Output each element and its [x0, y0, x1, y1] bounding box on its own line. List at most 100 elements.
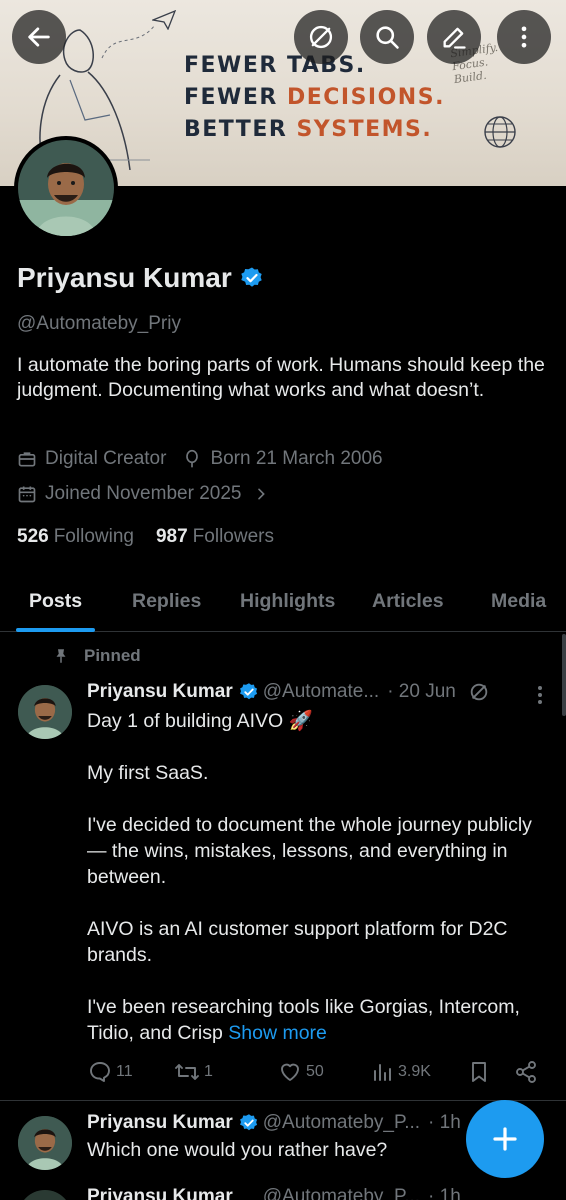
- calendar-icon: [17, 484, 37, 504]
- more-vertical-icon[interactable]: [530, 684, 550, 706]
- profile-name-row: Priyansu Kumar: [17, 262, 264, 294]
- reply-icon: [90, 1062, 110, 1082]
- search-button[interactable]: [360, 10, 414, 64]
- show-more-link[interactable]: Show more: [228, 1022, 327, 1044]
- like-button[interactable]: 50: [278, 1060, 324, 1084]
- pencil-icon: [443, 27, 466, 49]
- profile-tabs: Posts Replies Highlights Articles Media: [0, 576, 566, 632]
- avatar-image: [18, 685, 72, 739]
- followers-label: Followers: [192, 526, 274, 547]
- following-link[interactable]: 526 Following: [17, 526, 134, 548]
- compose-post-button[interactable]: [466, 1100, 544, 1178]
- slash-circle-icon[interactable]: [468, 681, 490, 703]
- banner-line-3: BETTER SYSTEMS.: [184, 114, 445, 146]
- post-author-name[interactable]: Priyansu Kumar: [87, 1186, 233, 1200]
- tab-posts[interactable]: Posts: [29, 590, 82, 613]
- pin-icon: [56, 649, 66, 663]
- post-text[interactable]: Which one would you rather have?: [87, 1139, 387, 1162]
- banner-line-2-a: FEWER: [184, 85, 287, 110]
- followers-link[interactable]: 987 Followers: [156, 526, 274, 548]
- post-author-name[interactable]: Priyansu Kumar: [87, 681, 233, 703]
- post-avatar[interactable]: [18, 685, 72, 739]
- verified-badge-icon[interactable]: [240, 266, 264, 290]
- grok-button[interactable]: [294, 10, 348, 64]
- arrow-left-icon: [28, 27, 50, 47]
- post-paragraph-last: I've been researching tools like Gorgias…: [87, 994, 547, 1046]
- post-author-handle: @Automateby_P...: [262, 1112, 421, 1133]
- post-paragraph: Day 1 of building AIVO 🚀: [87, 710, 313, 732]
- following-count: 526: [17, 526, 49, 547]
- bookmark-icon: [472, 1062, 486, 1082]
- share-button[interactable]: [514, 1060, 538, 1084]
- verified-badge-icon: [239, 683, 257, 700]
- repost-icon: [175, 1064, 199, 1080]
- back-button[interactable]: [12, 10, 66, 64]
- post-avatar[interactable]: [18, 1190, 72, 1200]
- post-header: Priyansu Kumar @Automate... · 20 Jun: [87, 681, 490, 703]
- tab-articles[interactable]: Articles: [372, 590, 444, 613]
- post-header: Priyansu Kumar @Automateby_P... · 1h: [87, 1112, 461, 1134]
- profile-avatar[interactable]: [14, 136, 118, 240]
- post-paragraph: My first SaaS.: [87, 762, 209, 784]
- balloon-icon: [182, 449, 202, 469]
- avatar-image: [18, 1116, 72, 1170]
- verified-badge-icon: [239, 1114, 257, 1131]
- slash-circle-icon: [309, 25, 333, 49]
- repost-count: 1: [204, 1063, 213, 1080]
- plus-icon: [493, 1127, 517, 1151]
- banner-line-2: FEWER DECISIONS.: [184, 82, 445, 114]
- active-tab-indicator: [16, 628, 95, 632]
- profile-handle: @Automateby_Priy: [17, 313, 181, 334]
- repost-button[interactable]: 1: [174, 1060, 213, 1084]
- post-avatar[interactable]: [18, 1116, 72, 1170]
- post-header: Priyansu Kumar @Automateby_P... · 1h: [87, 1186, 461, 1200]
- profile-meta-row-2[interactable]: Joined November 2025: [17, 483, 277, 505]
- analytics-icon: [374, 1064, 391, 1081]
- reply-button[interactable]: 11: [88, 1060, 133, 1084]
- post-paragraph: AIVO is an AI customer support platform …: [87, 918, 508, 966]
- views-button[interactable]: 3.9K: [372, 1060, 431, 1084]
- banner-headline: FEWER TABS. FEWER DECISIONS. BETTER SYST…: [184, 50, 445, 146]
- profile-meta-row-1: Digital Creator Born 21 March 2006: [17, 448, 383, 470]
- pinned-label-row: Pinned: [52, 646, 141, 666]
- tab-highlights[interactable]: Highlights: [240, 590, 335, 613]
- following-label: Following: [53, 526, 134, 547]
- globe-icon: [484, 116, 516, 148]
- more-options-button[interactable]: [497, 10, 551, 64]
- view-count: 3.9K: [398, 1063, 431, 1080]
- post-divider: [0, 1100, 566, 1101]
- post-author-handle: @Automateby_P...: [262, 1186, 421, 1200]
- profile-category: Digital Creator: [45, 448, 167, 469]
- banner-line-3-b: SYSTEMS.: [296, 117, 433, 142]
- like-count: 50: [306, 1063, 324, 1080]
- profile-birthdate: Born 21 March 2006: [210, 448, 383, 469]
- avatar-image: [18, 140, 114, 236]
- more-vertical-icon: [521, 26, 527, 48]
- dashed-trail: [101, 24, 156, 59]
- reply-count: 11: [116, 1063, 133, 1080]
- bookmark-button[interactable]: [468, 1060, 490, 1084]
- banner-line-2-b: DECISIONS.: [286, 85, 445, 110]
- heart-icon: [281, 1063, 299, 1081]
- post-text[interactable]: Day 1 of building AIVO 🚀 My first SaaS. …: [87, 708, 547, 1046]
- post-timestamp: · 1h: [428, 1112, 461, 1133]
- scrollbar[interactable]: [562, 634, 566, 716]
- tab-replies[interactable]: Replies: [132, 590, 201, 613]
- pinned-label: Pinned: [84, 646, 141, 665]
- follow-stats: 526 Following 987 Followers: [17, 526, 274, 548]
- profile-joined: Joined November 2025: [45, 483, 242, 504]
- post-timestamp: · 1h: [428, 1186, 461, 1200]
- share-icon: [516, 1061, 536, 1083]
- post-paragraph: I've decided to document the whole journ…: [87, 814, 532, 888]
- edit-profile-button[interactable]: [427, 10, 481, 64]
- banner-line-3-a: BETTER: [184, 117, 297, 142]
- briefcase-icon: [17, 449, 37, 469]
- chevron-right-icon: [253, 486, 269, 502]
- tab-media[interactable]: Media: [491, 590, 546, 613]
- post-author-name[interactable]: Priyansu Kumar: [87, 1112, 233, 1134]
- post-author-handle: @Automate...: [262, 681, 380, 702]
- post-actions: 11 1 50 3.9K: [88, 1060, 540, 1086]
- post-timestamp: · 20 Jun: [387, 681, 456, 702]
- followers-count: 987: [155, 526, 188, 547]
- profile-name: Priyansu Kumar: [17, 262, 232, 293]
